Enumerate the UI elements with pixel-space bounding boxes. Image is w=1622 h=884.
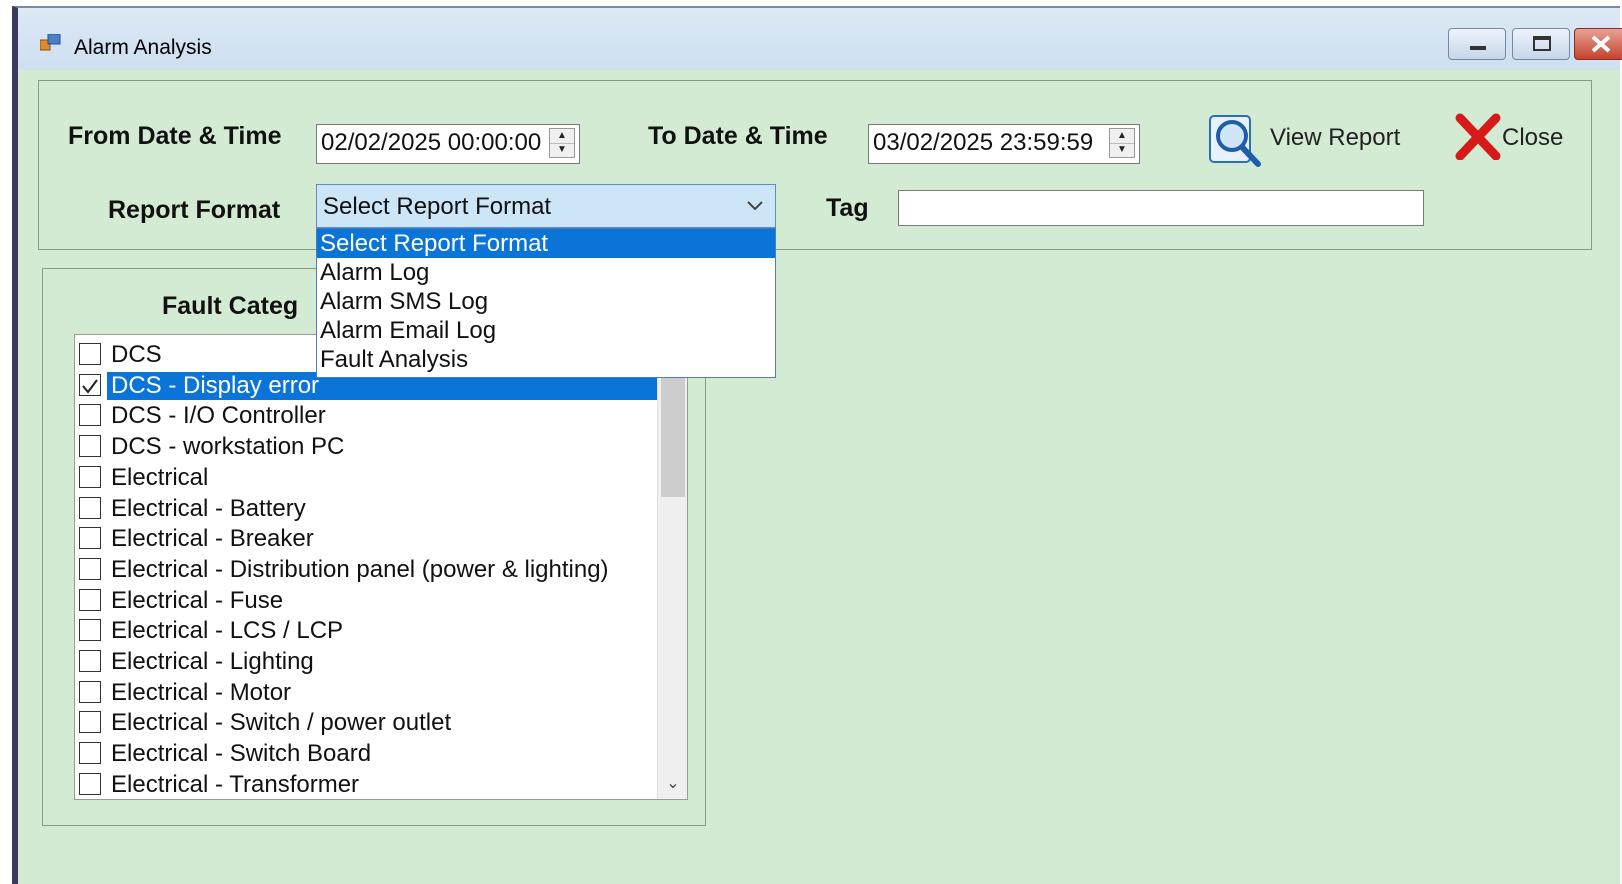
list-item[interactable]: Electrical - Motor	[79, 677, 659, 707]
list-item-label: DCS - workstation PC	[111, 433, 345, 461]
list-item[interactable]: Electrical - Breaker	[79, 523, 659, 553]
to-date-spinner[interactable]: ▲ ▼	[1109, 128, 1135, 158]
tag-label: Tag	[826, 194, 869, 222]
close-button[interactable]: Close	[1454, 110, 1584, 170]
from-date-spinner[interactable]: ▲ ▼	[549, 128, 575, 158]
list-item-label: Electrical - Switch Board	[111, 740, 372, 768]
list-item[interactable]: DCS - workstation PC	[79, 431, 659, 461]
list-item[interactable]: Electrical - Switch Board	[79, 738, 659, 768]
spin-down-icon[interactable]: ▼	[550, 143, 574, 157]
dropdown-option[interactable]: Select Report Format	[317, 229, 775, 258]
checkbox[interactable]	[79, 588, 101, 611]
fault-category-title: Fault Categ	[162, 292, 299, 320]
list-item-label: Electrical - Transformer	[111, 770, 360, 798]
report-format-dropdown[interactable]: Select Report Format Alarm Log Alarm SMS L…	[316, 228, 776, 378]
window-title: Alarm Analysis	[74, 36, 212, 59]
spin-up-icon[interactable]: ▲	[1110, 129, 1134, 144]
checkbox[interactable]	[79, 711, 101, 734]
list-item-label: Electrical - LCS / LCP	[111, 617, 344, 645]
checkbox[interactable]	[79, 680, 101, 703]
magnifier-icon	[1209, 115, 1261, 167]
report-format-label: Report Format	[108, 196, 281, 224]
list-item-label: Electrical - Battery	[111, 494, 306, 522]
list-item-label: Electrical - Motor	[111, 678, 292, 706]
minimize-icon	[1470, 46, 1486, 50]
scroll-down-icon[interactable]: ⌄	[658, 773, 687, 795]
checkbox[interactable]	[79, 650, 101, 672]
list-item[interactable]: Electrical - Distribution panel (power &…	[79, 554, 659, 584]
tag-input[interactable]	[898, 190, 1424, 226]
checkbox[interactable]	[79, 527, 101, 550]
list-item[interactable]: Electrical - LCS / LCP	[79, 615, 659, 645]
checkbox[interactable]	[79, 465, 101, 488]
minimize-button[interactable]	[1448, 28, 1506, 60]
maximize-button[interactable]	[1512, 28, 1570, 60]
from-date-picker[interactable]: 02/02/2025 00:00:00 ▲ ▼	[316, 124, 580, 164]
red-x-icon	[1455, 113, 1501, 160]
checkmark-icon	[82, 379, 98, 394]
list-item[interactable]: Electrical - Fuse	[79, 585, 659, 615]
list-item-label: Electrical - Breaker	[111, 525, 314, 553]
list-item-label: Electrical - Distribution panel (power &…	[111, 555, 609, 583]
maximize-icon	[1533, 36, 1551, 51]
close-icon	[1591, 35, 1611, 53]
list-item[interactable]: Electrical - Switch / power outlet	[79, 707, 659, 737]
checkbox[interactable]	[79, 404, 101, 427]
chevron-down-icon	[747, 201, 763, 211]
from-date-label: From Date & Time	[68, 122, 282, 150]
to-date-value: 03/02/2025 23:59:59	[873, 129, 1094, 156]
checkbox[interactable]	[79, 496, 101, 519]
dropdown-option[interactable]: Fault Analysis	[317, 345, 775, 374]
list-item-label: DCS - I/O Controller	[111, 402, 326, 430]
view-report-button[interactable]: View Report	[1208, 110, 1418, 170]
checkbox[interactable]	[79, 619, 101, 642]
list-item[interactable]: DCS - I/O Controller	[79, 400, 659, 430]
list-item-label: DCS	[111, 341, 162, 368]
checkbox[interactable]	[79, 373, 101, 396]
list-item-label: Electrical - Fuse	[111, 586, 284, 614]
checkbox[interactable]	[79, 343, 101, 365]
list-item[interactable]: Electrical - Transformer	[79, 769, 659, 799]
window-close-button[interactable]	[1574, 28, 1622, 60]
list-item[interactable]: Electrical - Lighting	[79, 646, 659, 676]
dropdown-option[interactable]: Alarm SMS Log	[317, 287, 775, 316]
close-label: Close	[1502, 124, 1564, 151]
checkbox[interactable]	[79, 435, 101, 458]
to-date-label: To Date & Time	[648, 122, 828, 150]
list-item-label: Electrical	[111, 463, 209, 491]
to-date-picker[interactable]: 03/02/2025 23:59:59 ▲ ▼	[868, 124, 1140, 164]
checkbox[interactable]	[79, 742, 101, 765]
list-item[interactable]: Electrical - Battery	[79, 493, 659, 523]
spin-down-icon[interactable]: ▼	[1110, 143, 1134, 157]
fault-category-list[interactable]: Electrical - Transformer Electrical - Swi…	[74, 334, 688, 800]
list-item-label: Electrical - Switch / power outlet	[111, 709, 452, 737]
list-item-label: Electrical - Lighting	[111, 648, 314, 675]
from-date-value: 02/02/2025 00:00:00	[321, 129, 542, 156]
title-bar: Alarm Analysis	[18, 8, 1622, 70]
report-format-value: Select Report Format	[323, 193, 552, 220]
dropdown-option[interactable]: Alarm Log	[317, 258, 775, 287]
list-item[interactable]: Electrical	[79, 462, 659, 492]
spin-up-icon[interactable]: ▲	[550, 129, 574, 144]
app-icon	[40, 34, 61, 51]
view-report-label: View Report	[1270, 124, 1401, 151]
checkbox[interactable]	[79, 772, 101, 795]
list-scrollbar[interactable]: ⌄	[657, 335, 687, 799]
checkbox[interactable]	[79, 557, 101, 580]
report-format-select[interactable]: Select Report Format	[316, 184, 776, 228]
dropdown-option[interactable]: Alarm Email Log	[317, 316, 775, 345]
